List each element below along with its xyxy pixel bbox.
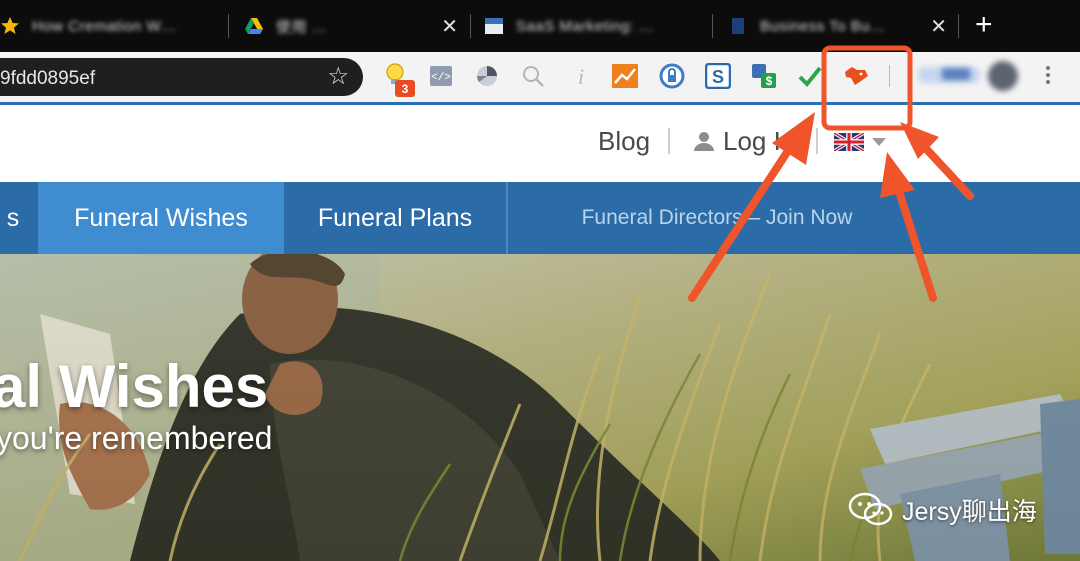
document-favicon-icon — [485, 18, 503, 34]
browser-tab[interactable]: 使用 … ✕ — [244, 7, 464, 45]
user-icon — [694, 132, 714, 151]
code-view-extension-icon[interactable]: </> — [428, 63, 454, 89]
svg-text:i: i — [578, 64, 584, 88]
pie-chart-extension-icon[interactable] — [474, 63, 500, 89]
fox-head-extension-icon[interactable] — [843, 63, 869, 89]
s-dollar-extension-icon[interactable]: $ — [751, 63, 777, 89]
header-top-line — [0, 102, 1080, 105]
nav-item-previous[interactable]: s — [0, 182, 32, 254]
login-label: Log In — [723, 125, 796, 156]
star-favicon-icon — [1, 17, 19, 34]
extension-badge: 3 — [395, 80, 415, 97]
browser-tab-strip: How Cremation W… 使用 … ✕ SaaS Marketing: … — [0, 0, 1080, 52]
svg-text:$: $ — [766, 74, 773, 88]
nav-item-funeral-directors-join[interactable]: Funeral Directors – Join Now — [508, 182, 926, 254]
svg-text:</>: </> — [431, 72, 451, 84]
checkmark-extension-icon[interactable] — [797, 63, 823, 89]
blurred-account-name-detail — [942, 68, 970, 80]
nav-separator — [816, 128, 818, 154]
trend-chart-extension-icon[interactable] — [612, 63, 638, 89]
tab-title: Business To Bu… — [760, 17, 886, 35]
page-favicon-icon — [732, 18, 744, 34]
address-bar[interactable]: 9fdd0895ef ☆ — [0, 58, 363, 96]
svg-text:S: S — [712, 67, 724, 87]
uk-flag-icon[interactable] — [834, 133, 864, 151]
star-icon[interactable]: ☆ — [327, 62, 349, 91]
tab-title: 使用 … — [276, 18, 328, 36]
close-tab-icon[interactable]: ✕ — [441, 14, 458, 39]
wechat-icon — [848, 492, 893, 526]
url-text[interactable]: 9fdd0895ef — [0, 68, 95, 90]
watermark-label: Jersy聊出海 — [902, 498, 1037, 526]
nav-separator — [668, 128, 670, 154]
new-tab-button[interactable]: + — [975, 8, 993, 42]
avatar[interactable] — [988, 61, 1018, 91]
more-menu-icon[interactable] — [1045, 64, 1051, 86]
nav-item-funeral-wishes[interactable]: Funeral Wishes — [38, 182, 284, 254]
tab-title: How Cremation W… — [32, 17, 177, 35]
browser-tab[interactable]: How Cremation W… — [0, 7, 220, 45]
blog-link[interactable]: Blog — [598, 123, 650, 159]
lock-gauge-extension-icon[interactable] — [659, 63, 685, 89]
close-tab-icon[interactable]: ✕ — [930, 14, 947, 39]
s-square-extension-icon[interactable]: S — [705, 63, 731, 89]
toolbar-divider — [889, 65, 890, 87]
login-link[interactable]: Log In — [693, 123, 795, 159]
language-dropdown-caret-icon[interactable] — [872, 138, 886, 146]
nav-item-funeral-plans[interactable]: Funeral Plans — [284, 182, 506, 254]
hero-title: al Wishes — [0, 353, 269, 420]
info-extension-icon[interactable]: i — [568, 63, 594, 89]
magnifier-extension-icon[interactable] — [520, 63, 546, 89]
hero-subtitle: you're remembered — [0, 420, 273, 456]
tab-title: SaaS Marketing: … — [516, 17, 655, 35]
watermark: Jersy聊出海 — [848, 490, 1037, 530]
browser-tab[interactable]: SaaS Marketing: … — [484, 7, 704, 45]
browser-tab[interactable]: Business To Bu… ✕ — [728, 7, 953, 45]
google-drive-icon — [245, 18, 263, 34]
